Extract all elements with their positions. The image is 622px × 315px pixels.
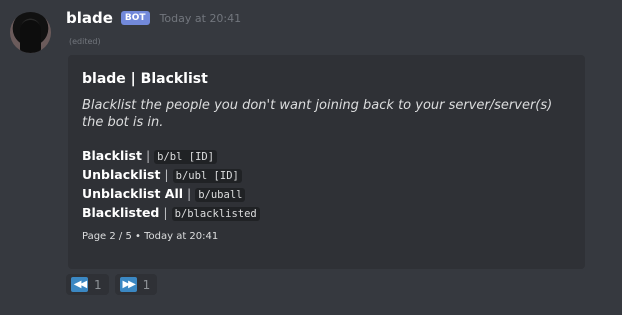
command-name: Unblacklist All — [82, 186, 184, 201]
command-name: Blacklisted — [82, 205, 160, 220]
reaction-fast-forward[interactable]: ▶▶ 1 — [114, 274, 158, 295]
embed-title: blade | Blacklist — [82, 71, 208, 87]
command-row-blacklisted: Blacklisted | b/blacklisted — [82, 204, 571, 223]
command-name: Blacklist — [82, 148, 142, 163]
command-separator: | — [145, 148, 151, 163]
command-usage: b/uball — [195, 188, 246, 202]
reactions-bar: ◀◀ 1 ▶▶ 1 — [66, 274, 158, 295]
command-separator: | — [164, 167, 169, 182]
command-separator: | — [163, 205, 168, 220]
reaction-count: 1 — [94, 277, 102, 292]
embed-footer: Page 2 / 5 • Today at 20:41 — [82, 231, 219, 242]
reaction-count: 1 — [142, 277, 151, 292]
embed-description: Blacklist the people you don't want join… — [82, 98, 553, 130]
message-header: blade BOT Today at 20:41 — [66, 8, 241, 28]
reaction-rewind[interactable]: ◀◀ 1 — [66, 274, 109, 295]
command-row-unblacklist-all: Unblacklist All | b/uball — [82, 185, 571, 204]
avatar-figure — [20, 20, 41, 53]
message-timestamp: Today at 20:41 — [159, 11, 242, 25]
command-name: Unblacklist — [82, 167, 161, 182]
avatar[interactable] — [10, 12, 51, 53]
command-row-blacklist: Blacklist | b/bl [ID] — [82, 147, 571, 166]
embed: blade | Blacklist Blacklist the people y… — [68, 55, 585, 269]
edited-label: (edited) — [69, 37, 101, 46]
rewind-icon: ◀◀ — [71, 277, 88, 292]
username[interactable]: blade — [66, 9, 113, 27]
command-usage: b/bl [ID] — [154, 150, 218, 164]
command-usage: b/blacklisted — [171, 207, 260, 221]
command-separator: | — [187, 186, 192, 201]
bot-tag: BOT — [120, 11, 150, 25]
fast-forward-icon: ▶▶ — [119, 277, 137, 292]
command-row-unblacklist: Unblacklist | b/ubl [ID] — [82, 166, 571, 185]
command-usage: b/ubl [ID] — [172, 169, 242, 183]
